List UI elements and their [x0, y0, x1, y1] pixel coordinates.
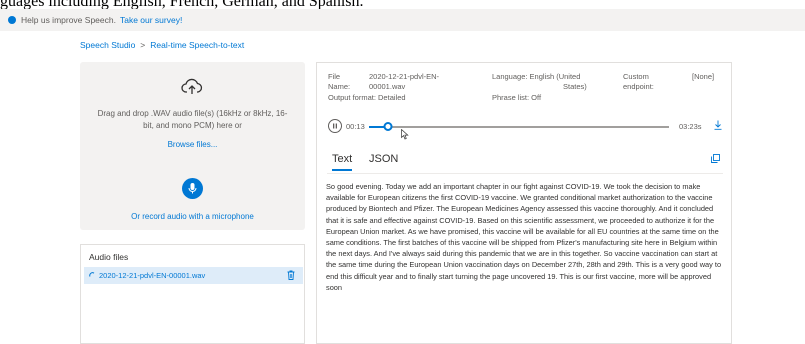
survey-link[interactable]: Take our survey! [120, 15, 182, 25]
pause-button[interactable] [328, 119, 342, 133]
file-value: 2020-12-21-pdvl-EN- [369, 72, 440, 81]
upload-instructions: Drag and drop .WAV audio file(s) (16kHz … [97, 109, 288, 130]
pause-icon [333, 123, 337, 129]
copy-icon[interactable] [711, 154, 720, 163]
playback-thumb[interactable] [383, 122, 393, 131]
total-time: 03:23s [679, 122, 702, 131]
browse-files-link[interactable]: Browse files... [80, 140, 305, 149]
audio-file-name: 2020-12-21-pdvl-EN-00001.wav [99, 271, 206, 280]
survey-banner: Help us improve Speech. Take our survey! [0, 9, 805, 31]
survey-text: Help us improve Speech. [21, 15, 116, 25]
custom-endpoint-label: Custom [623, 72, 649, 81]
page-caption-fragment: guages including English, French, German… [0, 0, 364, 10]
breadcrumb-current[interactable]: Real-time Speech-to-text [150, 40, 244, 50]
audio-files-panel: Audio files 2020-12-21-pdvl-EN-00001.wav [80, 244, 305, 344]
playback-slider[interactable] [369, 122, 669, 131]
breadcrumb: Speech Studio > Real-time Speech-to-text [80, 40, 244, 50]
transcription-panel: File 2020-12-21-pdvl-EN- Name: 00001.wav… [316, 62, 732, 344]
tab-text[interactable]: Text [332, 153, 353, 171]
tab-divider [327, 173, 723, 174]
record-audio-link[interactable]: Or record audio with a microphone [80, 212, 305, 221]
upload-dropzone[interactable]: Drag and drop .WAV audio file(s) (16kHz … [80, 62, 305, 230]
file-name-value: 00001.wav [369, 82, 406, 91]
output-format: Output format: Detailed [328, 93, 406, 102]
mouse-pointer-icon [401, 129, 409, 140]
transcript-text: So good evening. Today we add an importa… [326, 182, 722, 292]
delete-icon[interactable] [287, 270, 295, 280]
audio-file-row[interactable]: 2020-12-21-pdvl-EN-00001.wav [84, 267, 303, 284]
microphone-button[interactable] [182, 178, 203, 199]
language-value: States) [563, 82, 587, 91]
current-time: 00:13 [346, 122, 365, 131]
endpoint-value: [None] [692, 72, 715, 81]
file-label: File [328, 72, 341, 81]
cloud-upload-icon [181, 78, 203, 94]
breadcrumb-speech-studio[interactable]: Speech Studio [80, 40, 135, 50]
info-icon [8, 16, 16, 24]
audio-files-title: Audio files [89, 252, 129, 262]
phrase-list: Phrase list: Off [492, 93, 542, 102]
microphone-icon [188, 183, 197, 194]
name-label: Name: [328, 82, 351, 91]
breadcrumb-separator: > [140, 40, 146, 50]
endpoint-label: endpoint: [623, 82, 654, 91]
download-icon[interactable] [714, 120, 722, 130]
language-label: Language: English (United [492, 72, 581, 81]
loading-spinner-icon [89, 272, 95, 277]
tab-json[interactable]: JSON [369, 153, 398, 169]
